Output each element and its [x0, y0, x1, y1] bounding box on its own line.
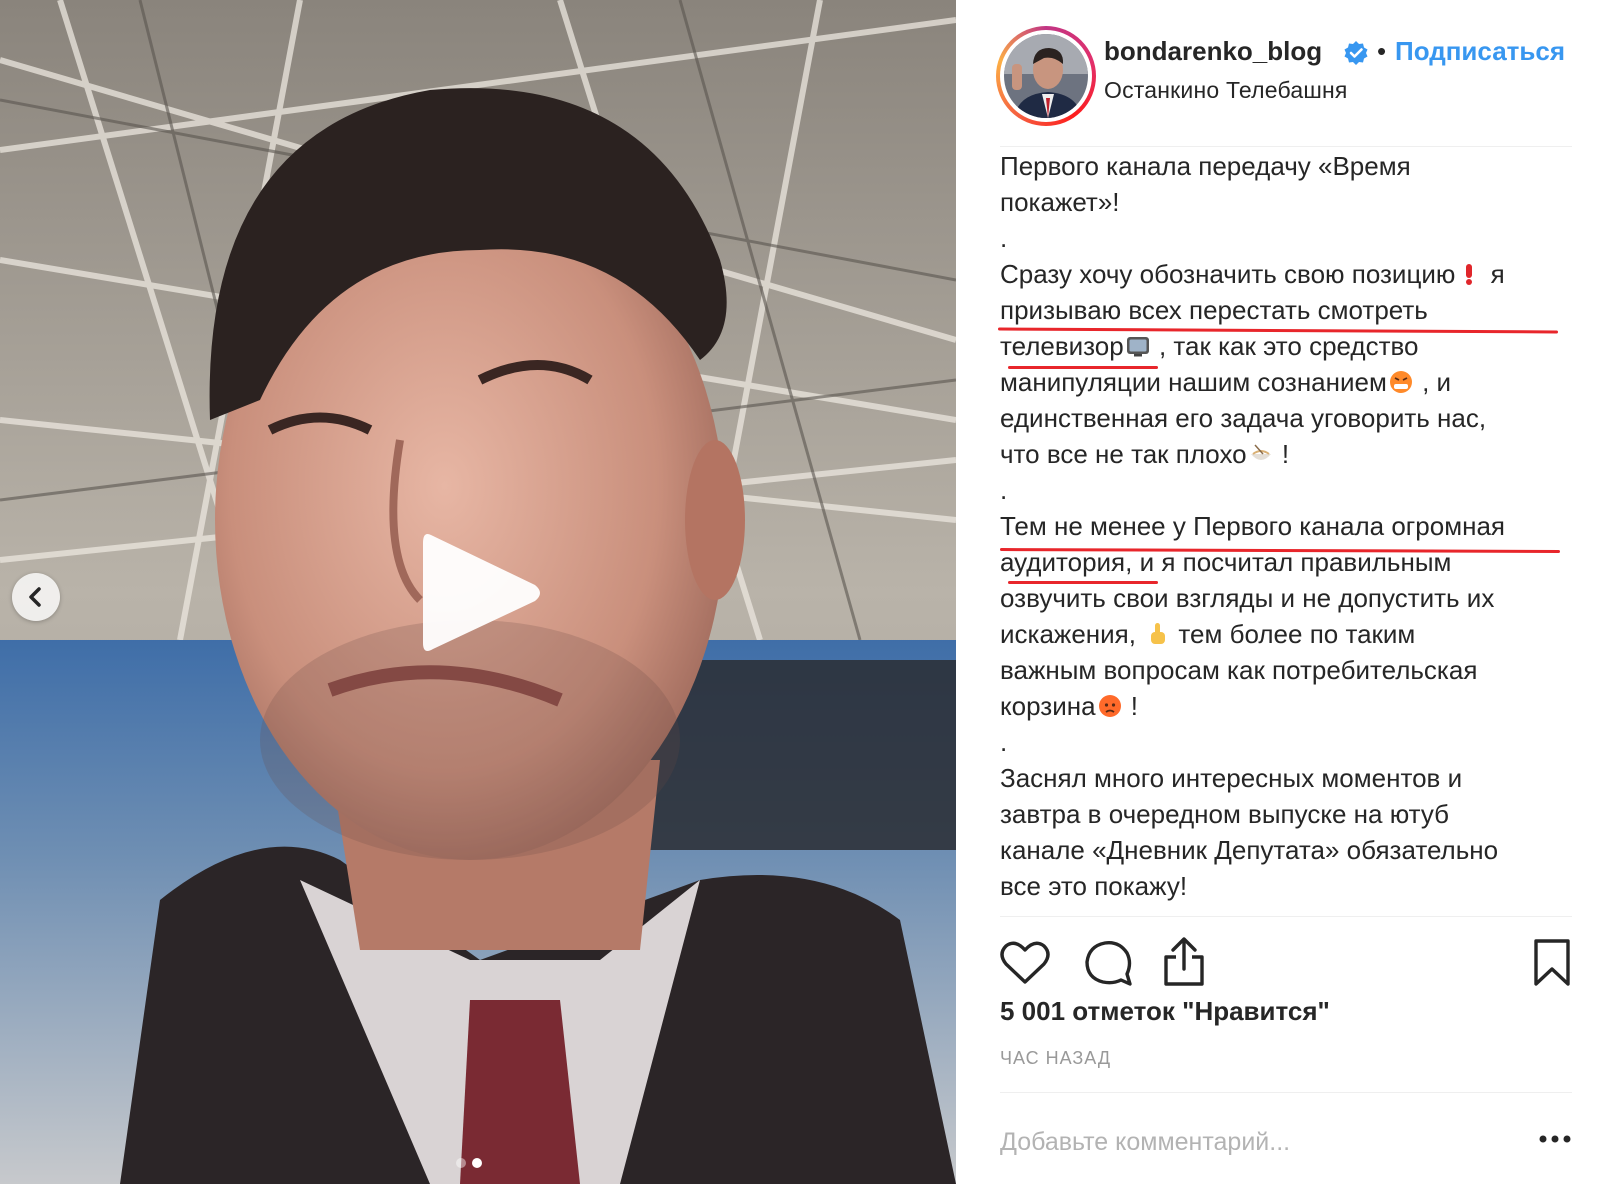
caption-line: важным вопросам как потребительская	[1000, 655, 1478, 685]
caption-divider	[1000, 916, 1572, 917]
play-icon[interactable]	[415, 525, 545, 661]
post-media-video[interactable]	[0, 0, 956, 1184]
comment-input[interactable]: Добавьте комментарий...	[1000, 1128, 1290, 1157]
avatar-story-ring[interactable]	[996, 26, 1096, 126]
location-link[interactable]: Останкино Телебашня	[1104, 77, 1348, 104]
carousel-dot	[456, 1158, 466, 1168]
exclamation-emoji-icon	[1466, 264, 1473, 285]
television-emoji-icon	[1126, 337, 1149, 357]
caption-line: единственная его задача уговорить нас,	[1000, 403, 1487, 433]
bookmark-icon[interactable]	[1532, 938, 1572, 988]
caption-line: телевизор , так как это средство	[1000, 331, 1419, 361]
post-timestamp[interactable]: ЧАС НАЗАД	[1000, 1048, 1111, 1069]
pouting-face-emoji-icon	[1098, 695, 1121, 717]
follow-button[interactable]: Подписаться	[1395, 36, 1565, 67]
header-separator: •	[1377, 36, 1387, 66]
chevron-left-icon	[29, 587, 41, 607]
caption-line: призываю всех перестать смотреть	[1000, 295, 1428, 325]
carousel-dot-active	[472, 1158, 482, 1168]
more-options-icon[interactable]	[1538, 1134, 1572, 1144]
angry-face-emoji-icon	[1389, 371, 1412, 393]
caption-line: искажения, тем более по таким	[1000, 619, 1416, 649]
comments-divider	[1000, 1092, 1572, 1093]
carousel-prev-button[interactable]	[12, 573, 60, 621]
caption-line: .	[1000, 223, 1008, 253]
caption-line: все это покажу!	[1000, 871, 1188, 901]
caption-line: корзина !	[1000, 691, 1139, 721]
caption-line: что все не так плохо !	[1000, 439, 1290, 469]
username-link[interactable]: bondarenko_blog	[1104, 36, 1322, 67]
caption-line: канале «Дневник Депутата» обязательно	[1000, 835, 1499, 865]
noodle-bowl-emoji-icon	[1250, 444, 1271, 460]
share-upload-icon[interactable]	[1160, 936, 1208, 988]
comment-bubble-icon[interactable]	[1083, 938, 1133, 988]
avatar	[1004, 34, 1088, 118]
caption-line: Заснял много интересных моментов и	[1000, 763, 1463, 793]
annotation-underline	[1008, 581, 1158, 584]
caption-line: Первого канала передачу «Время	[1000, 151, 1411, 181]
carousel-indicator	[456, 1158, 482, 1168]
caption-line: покажет»!	[1000, 187, 1120, 217]
caption-line: .	[1000, 727, 1008, 757]
verified-badge-icon	[1344, 41, 1368, 65]
header-divider	[1000, 146, 1572, 147]
caption-line: завтра в очередном выпуске на ютуб	[1000, 799, 1450, 829]
caption-line: озвучить свои взгляды и не допустить их	[1000, 583, 1495, 613]
likes-count[interactable]: 5 001 отметок "Нравится"	[1000, 996, 1330, 1027]
caption-line: Сразу хочу обозначить свою позицию я	[1000, 259, 1505, 289]
caption-line: манипуляции нашим сознанием , и	[1000, 367, 1452, 397]
post-caption: Первого канала передачу «Время покажет»!…	[1000, 148, 1580, 904]
caption-line: Тем не менее у Первого канала огромная	[1000, 511, 1505, 541]
caption-line: .	[1000, 475, 1008, 505]
pointing-up-emoji-icon	[1151, 623, 1166, 644]
annotation-underline	[1008, 366, 1158, 369]
heart-icon[interactable]	[1000, 940, 1050, 986]
